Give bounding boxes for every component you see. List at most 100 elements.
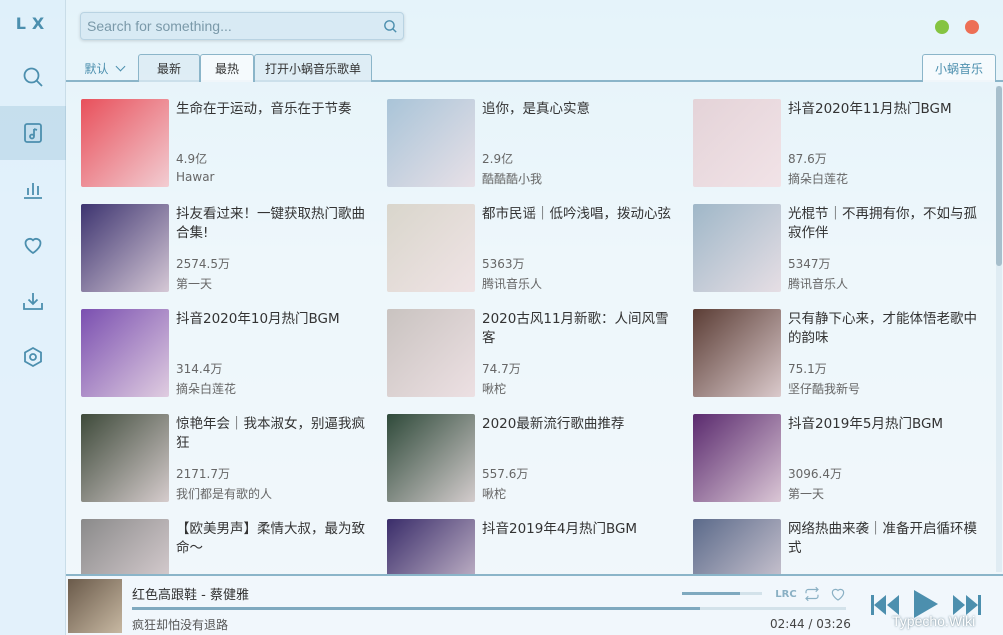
playlist-cover[interactable] [387, 414, 475, 502]
playlist-card[interactable]: 抖音2019年5月热门BGM 3096.4万 第一天 [678, 399, 978, 502]
loop-icon [805, 586, 819, 602]
playlist-cover[interactable] [693, 414, 781, 502]
lyrics-toggle-button[interactable]: LRC [775, 584, 796, 604]
search-input[interactable] [81, 13, 377, 39]
playlist-grid: 生命在于运动，音乐在于节奏 4.9亿 Hawar 追你，是真心实意 2.9亿 酷酷酷小我抖… [66, 84, 996, 574]
playlist-cover[interactable] [81, 204, 169, 292]
playlist-title[interactable]: 抖音2019年4月热门BGM [482, 520, 678, 539]
app-logo: LX [15, 14, 51, 33]
sidebar-item-chart[interactable] [0, 162, 66, 216]
sidebar-item-download[interactable] [0, 274, 66, 328]
playlist-author: 第一天 [176, 277, 213, 291]
playlist-title[interactable]: 生命在于运动，音乐在于节奏 [176, 100, 372, 119]
playlist-card[interactable]: 2020古风11月新歌：人间风雪客 74.7万 啾柁 [372, 294, 672, 397]
playlist-author: Hawar [176, 170, 215, 184]
sidebar-item-song-list[interactable] [0, 106, 66, 160]
playlist-cover[interactable] [693, 204, 781, 292]
search-box [80, 12, 404, 40]
playlist-cover[interactable] [387, 204, 475, 292]
favorite-button[interactable] [828, 584, 848, 604]
heart-icon [831, 588, 845, 601]
playlist-title[interactable]: 惊艳年会｜我本淑女，别逼我疯狂 [176, 415, 372, 453]
chart-icon [24, 183, 42, 199]
playlist-cover[interactable] [81, 309, 169, 397]
tab-open-playlist[interactable]: 打开小蜗音乐歌单 [254, 54, 372, 82]
loop-mode-button[interactable] [802, 584, 822, 604]
close-button[interactable] [965, 20, 979, 34]
playlist-title[interactable]: 2020最新流行歌曲推荐 [482, 415, 678, 434]
playback-time: 02:44 / 03:26 [770, 617, 851, 631]
playlist-card[interactable]: 光棍节｜不再拥有你，不如与孤寂作伴 5347万 腾讯音乐人 [678, 189, 978, 292]
download-icon [23, 293, 43, 310]
tab-newest[interactable]: 最新 [138, 54, 200, 82]
playlist-cover[interactable] [81, 519, 169, 574]
playlist-card[interactable]: 都市民谣｜低吟浅唱，拨动心弦 5363万 腾讯音乐人 [372, 189, 672, 292]
playlist-title[interactable]: 追你，是真心实意 [482, 100, 678, 119]
playlist-author: 腾讯音乐人 [788, 277, 849, 291]
playlist-cover[interactable] [81, 99, 169, 187]
playlist-card[interactable]: 抖友看过来！一键获取热门歌曲合集! 2574.5万 第一天 [66, 189, 366, 292]
playlist-cover[interactable] [693, 99, 781, 187]
playlist-card[interactable]: 惊艳年会｜我本淑女，别逼我疯狂 2171.7万 我们都是有歌的人 [66, 399, 366, 502]
playlist-cover[interactable] [693, 519, 781, 574]
playlist-author: 第一天 [788, 487, 825, 501]
album-cover[interactable] [68, 579, 122, 633]
sidebar: LX [0, 0, 66, 635]
minimize-button[interactable] [935, 20, 949, 34]
volume-slider[interactable] [682, 592, 762, 595]
playlist-title[interactable]: 抖音2019年5月热门BGM [788, 415, 984, 434]
playlist-title[interactable]: 抖音2020年10月热门BGM [176, 310, 372, 329]
playlist-title[interactable]: 网络热曲来袭｜准备开启循环模式 [788, 520, 984, 558]
sidebar-item-settings[interactable] [0, 330, 66, 384]
playlist-author: 酷酷酷小我 [482, 172, 543, 186]
playlist-card[interactable]: 抖音2020年10月热门BGM 314.4万 摘朵白莲花 [66, 294, 366, 397]
playlist-play-count: 5363万 [482, 257, 525, 271]
playlist-card[interactable]: 抖音2019年4月热门BGM [372, 504, 672, 574]
playlist-author: 啾柁 [482, 487, 507, 501]
playlist-title[interactable]: 2020古风11月新歌：人间风雪客 [482, 310, 678, 348]
settings-icon [24, 346, 42, 368]
playlist-cover[interactable] [387, 519, 475, 574]
playlist-cover[interactable] [387, 99, 475, 187]
playlist-play-count: 87.6万 [788, 152, 827, 166]
main-panel: 默认 最新 最热 打开小蜗音乐歌单 小蜗音乐 生命在于运动，音乐在于节奏 4.9亿… [66, 0, 1003, 635]
playlist-author: 摘朵白莲花 [176, 382, 237, 396]
song-list-icon [24, 123, 42, 143]
chevron-down-icon [115, 61, 125, 71]
now-playing-title: 红色高跟鞋 - 蔡健雅 [132, 588, 249, 603]
playlist-title[interactable]: 抖音2020年11月热门BGM [788, 100, 984, 119]
playlist-title[interactable]: 【欧美男声】柔情大叔，最为致命～ [176, 520, 372, 558]
sort-dropdown[interactable]: 默认 [70, 54, 138, 82]
progress-bar[interactable] [132, 607, 846, 610]
playlist-cover[interactable] [693, 309, 781, 397]
player-bar: 红色高跟鞋 - 蔡健雅 疯狂却怕没有退路 LRC 02:44 / 03:26 T… [66, 574, 1003, 635]
playlist-title[interactable]: 抖友看过来！一键获取热门歌曲合集! [176, 205, 372, 243]
tab-hottest[interactable]: 最热 [200, 54, 254, 82]
playlist-play-count: 2574.5万 [176, 257, 230, 271]
playlist-card[interactable]: 网络热曲来袭｜准备开启循环模式 [678, 504, 978, 574]
search-icon [383, 19, 397, 33]
watermark: Typecho.Wiki [892, 613, 976, 629]
playlist-cover[interactable] [81, 414, 169, 502]
sidebar-item-favorites[interactable] [0, 218, 66, 272]
playlist-title[interactable]: 光棍节｜不再拥有你，不如与孤寂作伴 [788, 205, 984, 243]
scrollbar-thumb[interactable] [996, 86, 1002, 266]
progress-fill [132, 607, 701, 610]
playlist-title[interactable]: 只有静下心来，才能体悟老歌中的韵味 [788, 310, 984, 348]
search-button[interactable] [377, 13, 403, 39]
sidebar-item-search[interactable] [0, 50, 66, 104]
playlist-card[interactable]: 抖音2020年11月热门BGM 87.6万 摘朵白莲花 [678, 84, 978, 187]
playlist-author: 我们都是有歌的人 [176, 487, 273, 501]
playlist-author: 啾柁 [482, 382, 507, 396]
playlist-card[interactable]: 2020最新流行歌曲推荐 557.6万 啾柁 [372, 399, 672, 502]
playlist-title[interactable]: 都市民谣｜低吟浅唱，拨动心弦 [482, 205, 678, 224]
playlist-card[interactable]: 生命在于运动，音乐在于节奏 4.9亿 Hawar [66, 84, 366, 187]
playlist-play-count: 4.9亿 [176, 152, 208, 166]
playlist-card[interactable]: 只有静下心来，才能体悟老歌中的韵味 75.1万 坚仔酷我新号 [678, 294, 978, 397]
source-tab[interactable]: 小蜗音乐 [922, 54, 996, 82]
playlist-card[interactable]: 【欧美男声】柔情大叔，最为致命～ [66, 504, 366, 574]
playlist-cover[interactable] [387, 309, 475, 397]
playlist-card[interactable]: 追你，是真心实意 2.9亿 酷酷酷小我 [372, 84, 672, 187]
scrollbar[interactable] [996, 86, 1002, 572]
current-lyric: 疯狂却怕没有退路 [132, 618, 229, 632]
